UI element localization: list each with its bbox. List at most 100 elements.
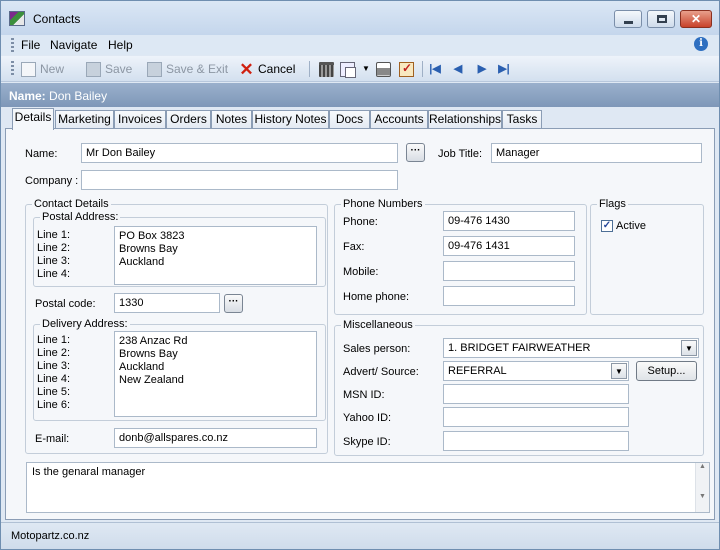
delivery-line-1: 238 Anzac Rd — [119, 335, 188, 347]
copy-dropdown-arrow-icon[interactable]: ▼ — [362, 64, 370, 73]
record-name-header: Name: Don Bailey — [1, 83, 719, 107]
email-field[interactable]: donb@allspares.co.nz — [114, 428, 317, 448]
active-checkbox[interactable]: ✓ — [601, 220, 613, 232]
notes-scrollbar[interactable]: ▲ ▼ — [695, 463, 709, 512]
fax-label: Fax: — [343, 241, 365, 253]
postal-code-ellipsis-button[interactable]: ··· — [224, 294, 243, 313]
miscellaneous-title: Miscellaneous — [341, 319, 415, 331]
title-bar: Contacts ✕ — [1, 1, 719, 35]
save-button[interactable]: Save — [86, 60, 132, 78]
save-exit-label: Save & Exit — [166, 62, 229, 76]
printer-icon — [376, 61, 391, 77]
postal-line-labels: Line 1: Line 2: Line 3: Line 4: — [37, 229, 70, 281]
tab-invoices[interactable]: Invoices — [114, 110, 166, 129]
msn-id-label: MSN ID: — [343, 389, 385, 401]
menu-help[interactable]: Help — [108, 38, 133, 52]
delivery-line-4-label: Line 4: — [37, 373, 71, 385]
fax-field[interactable]: 09-476 1431 — [443, 236, 575, 256]
home-phone-field[interactable] — [443, 286, 575, 306]
postal-code-field[interactable]: 1330 — [114, 293, 220, 313]
next-record-button[interactable]: ▶ — [476, 60, 488, 78]
delete-button[interactable] — [319, 60, 334, 78]
save-label: Save — [105, 62, 133, 76]
tab-tasks[interactable]: Tasks — [502, 110, 542, 129]
menu-navigate[interactable]: Navigate — [50, 38, 97, 52]
advert-source-label: Advert/ Source: — [343, 366, 419, 378]
sales-person-value: 1. BRIDGET FAIRWEATHER — [448, 342, 591, 354]
previous-record-button[interactable]: ◀ — [452, 60, 464, 78]
chevron-down-icon[interactable]: ▼ — [681, 340, 697, 356]
tab-docs[interactable]: Docs — [329, 110, 370, 129]
tab-details[interactable]: Details — [12, 108, 54, 130]
setup-button[interactable]: Setup... — [636, 361, 697, 381]
toolbar-separator — [422, 61, 423, 77]
info-icon[interactable]: i — [694, 37, 708, 51]
tab-relationships[interactable]: Relationships — [428, 110, 502, 129]
contacts-window: Contacts ✕ File Navigate Help i New Save… — [0, 0, 720, 550]
postal-line-1: PO Box 3823 — [119, 230, 185, 242]
postal-address-textarea[interactable]: PO Box 3823 Browns Bay Auckland — [114, 226, 317, 285]
copy-icon — [340, 61, 356, 78]
home-phone-label: Home phone: — [343, 291, 410, 303]
sales-person-select[interactable]: 1. BRIDGET FAIRWEATHER ▼ — [443, 338, 699, 358]
delivery-address-title: Delivery Address: — [40, 318, 130, 330]
phone-field[interactable]: 09-476 1430 — [443, 211, 575, 231]
report-button[interactable] — [399, 60, 414, 78]
scroll-up-icon[interactable]: ▲ — [696, 463, 709, 470]
postal-address-title: Postal Address: — [40, 211, 121, 223]
menu-bar: File Navigate Help i — [1, 35, 719, 55]
chevron-down-icon[interactable]: ▼ — [611, 363, 627, 379]
notes-textarea[interactable]: Is the genaral manager ▲ ▼ — [26, 462, 710, 513]
delivery-line-2: Browns Bay — [119, 348, 178, 360]
name-ellipsis-button[interactable]: ··· — [406, 143, 425, 162]
new-button[interactable]: New — [21, 60, 64, 78]
cancel-button[interactable]: ✕ Cancel — [239, 60, 295, 78]
menu-file[interactable]: File — [21, 38, 40, 52]
company-field[interactable] — [81, 170, 398, 190]
save-exit-button[interactable]: Save & Exit — [147, 60, 228, 78]
tab-accounts[interactable]: Accounts — [370, 110, 428, 129]
company-label: Company : — [25, 175, 79, 187]
msn-id-field[interactable] — [443, 384, 629, 404]
active-label: Active — [616, 220, 646, 232]
status-text: Motopartz.co.nz — [11, 530, 90, 542]
delivery-address-textarea[interactable]: 238 Anzac Rd Browns Bay Auckland New Zea… — [114, 331, 317, 417]
trash-icon — [319, 61, 334, 77]
details-panel: Name: Mr Don Bailey ··· Job Title: Manag… — [5, 128, 715, 520]
close-button[interactable]: ✕ — [680, 10, 712, 28]
postal-line-4-label: Line 4: — [37, 268, 71, 280]
record-name-text: Name: Don Bailey — [9, 89, 107, 103]
skype-id-field[interactable] — [443, 431, 629, 451]
tab-orders[interactable]: Orders — [166, 110, 211, 129]
copy-button[interactable] — [340, 60, 356, 78]
delivery-line-1-label: Line 1: — [37, 334, 71, 346]
email-label: E-mail: — [35, 433, 70, 445]
tab-marketing[interactable]: Marketing — [55, 110, 114, 129]
yahoo-id-label: Yahoo ID: — [343, 412, 392, 424]
tab-notes[interactable]: Notes — [211, 110, 252, 129]
name-field[interactable]: Mr Don Bailey — [81, 143, 398, 163]
new-label: New — [40, 62, 65, 76]
yahoo-id-field[interactable] — [443, 407, 629, 427]
record-name-value: Don Bailey — [49, 89, 108, 103]
job-title-field[interactable]: Manager — [491, 143, 702, 163]
flags-title: Flags — [597, 198, 628, 210]
window-title: Contacts — [33, 12, 81, 26]
advert-source-select[interactable]: REFERRAL ▼ — [443, 361, 629, 381]
last-record-button[interactable]: ▶| — [498, 60, 510, 78]
maximize-button[interactable] — [647, 10, 675, 28]
toolbar-separator — [309, 61, 310, 77]
minimize-button[interactable] — [614, 10, 642, 28]
delivery-line-6-label: Line 6: — [37, 399, 71, 411]
postal-line-2: Browns Bay — [119, 243, 178, 255]
mobile-field[interactable] — [443, 261, 575, 281]
first-record-button[interactable]: |◀ — [429, 60, 441, 78]
print-button[interactable] — [376, 60, 391, 78]
notes-text: Is the genaral manager — [32, 466, 146, 478]
scroll-down-icon[interactable]: ▼ — [696, 493, 709, 500]
tab-history-notes[interactable]: History Notes — [252, 110, 329, 129]
advert-source-value: REFERRAL — [448, 365, 507, 377]
skype-id-label: Skype ID: — [343, 436, 391, 448]
maximize-icon — [657, 15, 667, 23]
previous-record-icon: ◀ — [453, 62, 463, 75]
